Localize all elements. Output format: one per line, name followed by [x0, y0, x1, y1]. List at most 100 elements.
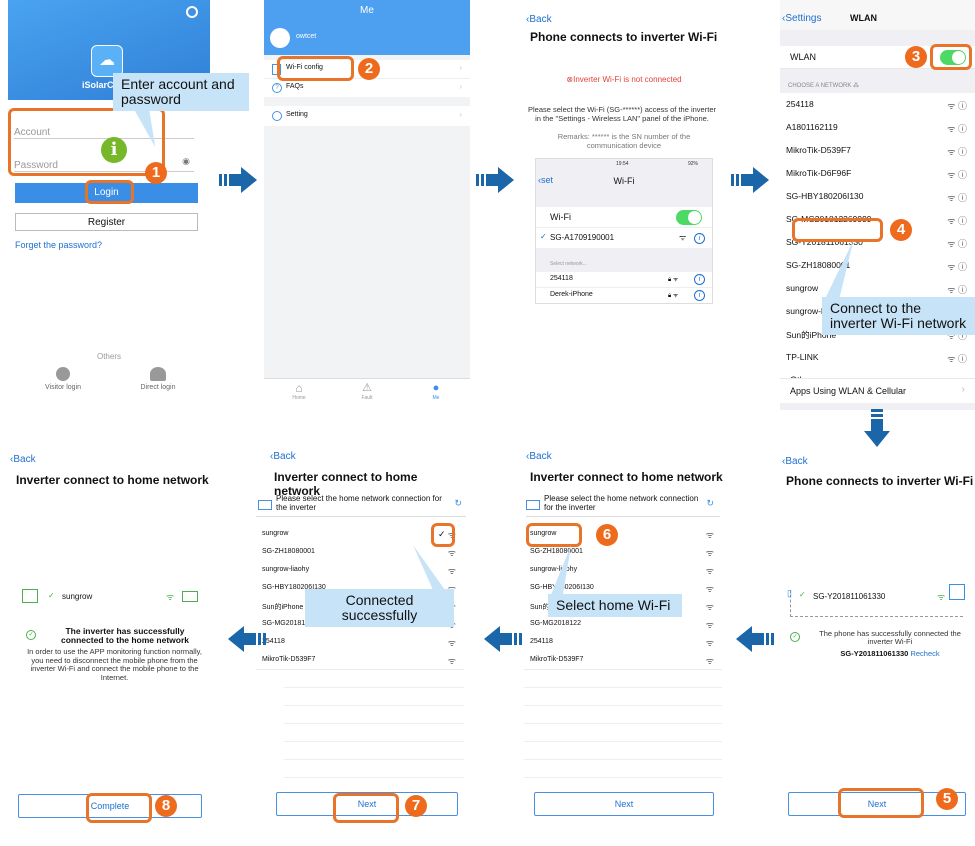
step-1-badge: 1	[145, 162, 167, 184]
page-title: Phone connects to inverter Wi-Fi	[786, 474, 974, 488]
lock-wifi-icon: 🔒︎ ᯤ	[668, 293, 679, 299]
info-icon[interactable]: i	[694, 290, 705, 301]
chevron-right-icon: ›	[961, 384, 965, 395]
network-row[interactable]: TP-LINK ᯤ ⓘ	[780, 346, 975, 370]
phone-wifi-label: Wi-Fi	[550, 212, 571, 222]
phone-status-bar: 19:54 92%	[536, 159, 712, 169]
apps-wlan-label-row[interactable]: Apps Using WLAN & Cellular ›	[780, 378, 975, 403]
wifi-info-icon: ᯤ ⓘ	[947, 124, 967, 134]
checkmark-icon: ✓	[540, 232, 547, 241]
phone-network-label: Derek-iPhone	[550, 291, 593, 298]
network-row[interactable]: SG-HBY180206I130 ᯤ ⓘ	[780, 185, 975, 209]
back-label: Back	[273, 451, 296, 462]
phone-network-row[interactable]: 254118 🔒︎ ᯤ i	[536, 272, 712, 288]
network-label: MikroTik-D6F96F	[786, 168, 852, 178]
direct-login-button[interactable]: Direct login	[128, 367, 188, 391]
network-row[interactable]: 254118 ᯤ	[524, 633, 722, 652]
network-row[interactable]: SG-ZH18080001 ᯤ ⓘ	[780, 254, 975, 278]
network-row[interactable]: MikroTik-D539F7 ᯤ ⓘ	[780, 139, 975, 163]
app-name: iSolarC	[82, 80, 114, 90]
phone-connected-row[interactable]: ✓ SG-A1709190001 ᯤ i	[536, 228, 712, 248]
info-icon: i	[101, 137, 127, 163]
router-icon	[258, 500, 272, 510]
apps-wlan-label: Apps Using WLAN & Cellular	[790, 386, 907, 396]
wifi-info-icon: ᯤ ⓘ	[947, 239, 967, 249]
refresh-icon[interactable]: ↻	[706, 498, 714, 509]
header-text: Please select the home network connectio…	[276, 494, 442, 512]
forget-password-link[interactable]: Forget the password?	[15, 240, 102, 250]
network-row[interactable]: MikroTik-D539F7 ᯤ	[256, 651, 464, 670]
wlan-title: WLAN	[850, 13, 877, 23]
visitor-label: Visitor login	[44, 384, 82, 391]
wifi-icon: ᯤ	[705, 584, 714, 594]
eye-icon[interactable]: ◉	[182, 156, 190, 167]
network-row[interactable]: sungrow-liaohy ᯤ	[524, 561, 722, 580]
connected-callout: Connected successfully	[305, 589, 454, 627]
next-label: Next	[614, 799, 634, 809]
check-icon: ✓	[48, 591, 55, 600]
network-row[interactable]: SG-MG2018122 ᯤ	[524, 615, 722, 634]
register-button[interactable]: Register	[15, 213, 198, 231]
network-row[interactable]: 254118 ᯤ	[256, 633, 464, 652]
info-icon[interactable]: i	[694, 233, 705, 244]
tab-fault[interactable]: ⚠ Fault	[352, 381, 382, 401]
visitor-login-button[interactable]: Visitor login	[38, 367, 88, 391]
tab-me[interactable]: ● Me	[421, 381, 451, 401]
sungrow-highlight	[526, 523, 582, 547]
network-row[interactable]: A1801162119 ᯤ ⓘ	[780, 116, 975, 140]
info-icon[interactable]: i	[694, 274, 705, 285]
refresh-icon[interactable]: ↻	[454, 498, 462, 509]
complete-highlight	[86, 793, 152, 823]
wifi-icon: ᯤ	[705, 656, 714, 666]
choose-network-label: CHOOSE A NETWORK ⁂	[788, 82, 859, 89]
register-label: Register	[87, 217, 126, 228]
phone-wifi-title: Wi-Fi	[613, 176, 635, 186]
network-label: sungrow-liaohy	[262, 566, 310, 573]
phone-wifi-toggle-row: Wi-Fi	[536, 207, 712, 228]
flow-arrow-right-3	[731, 165, 771, 200]
wifi-icon: ᯤ	[679, 233, 687, 242]
tab-fault-label: Fault	[361, 395, 373, 401]
network-label: TP-LINK	[786, 352, 819, 362]
wifi-config-highlight	[277, 56, 354, 81]
settings-icon[interactable]	[186, 6, 198, 18]
next-button[interactable]: Next	[534, 792, 714, 816]
settings-back-button[interactable]: ‹Settings	[782, 13, 821, 24]
phone-wifi-toggle[interactable]	[676, 210, 702, 225]
flow-arrow-left-1	[734, 624, 774, 659]
page-title: Inverter connect to home network	[16, 473, 209, 487]
wifi-icon: ᯤ	[447, 548, 456, 558]
step-8-badge: 8	[155, 795, 177, 817]
lock-wifi-icon: 🔒︎ ᯤ	[668, 277, 679, 283]
faqs-label: FAQs	[286, 83, 304, 90]
next-highlight-7	[333, 793, 399, 823]
recheck-line: SG-Y201811061330 Recheck	[810, 649, 970, 658]
menu-item-setting[interactable]: Setting ›	[264, 106, 470, 126]
network-row[interactable]: MikroTik-D539F7 ᯤ	[524, 651, 722, 670]
back-label: Back	[785, 456, 808, 467]
phone-network-row[interactable]: Derek-iPhone 🔒︎ ᯤ i	[536, 288, 712, 303]
router-icon	[150, 367, 166, 381]
check-icon: ✓	[799, 590, 806, 599]
recheck-link[interactable]: Recheck	[910, 649, 939, 658]
tab-home[interactable]: ⌂ Home	[284, 381, 314, 401]
menu-item-faqs[interactable]: ? FAQs ›	[264, 79, 470, 97]
inverter-network-highlight	[792, 218, 883, 242]
step-2-badge: 2	[358, 58, 380, 80]
network-row[interactable]: 254118 ᯤ ⓘ	[780, 93, 975, 117]
back-button[interactable]: ‹Back	[10, 454, 36, 465]
me-title: Me	[360, 5, 374, 16]
back-button[interactable]: ‹Back	[270, 451, 296, 462]
page-title: Inverter connect to home network	[530, 470, 723, 484]
person-icon: ●	[432, 382, 440, 394]
back-button[interactable]: ‹Back	[526, 451, 552, 462]
back-button[interactable]: ‹Back	[782, 456, 808, 467]
wifi-status: ⊗Inverter Wi-Fi is not connected	[524, 75, 724, 84]
wifi-info-icon: ᯤ ⓘ	[947, 216, 967, 226]
wifi-icon: ᯤ	[705, 530, 714, 540]
note-text: In order to use the APP monitoring funct…	[27, 647, 202, 682]
back-button[interactable]: ‹Back	[526, 14, 552, 25]
network-row[interactable]: MikroTik-D6F96F ᯤ ⓘ	[780, 162, 975, 186]
avatar[interactable]	[270, 28, 290, 48]
choose-network-text: CHOOSE A NETWORK	[788, 83, 852, 89]
